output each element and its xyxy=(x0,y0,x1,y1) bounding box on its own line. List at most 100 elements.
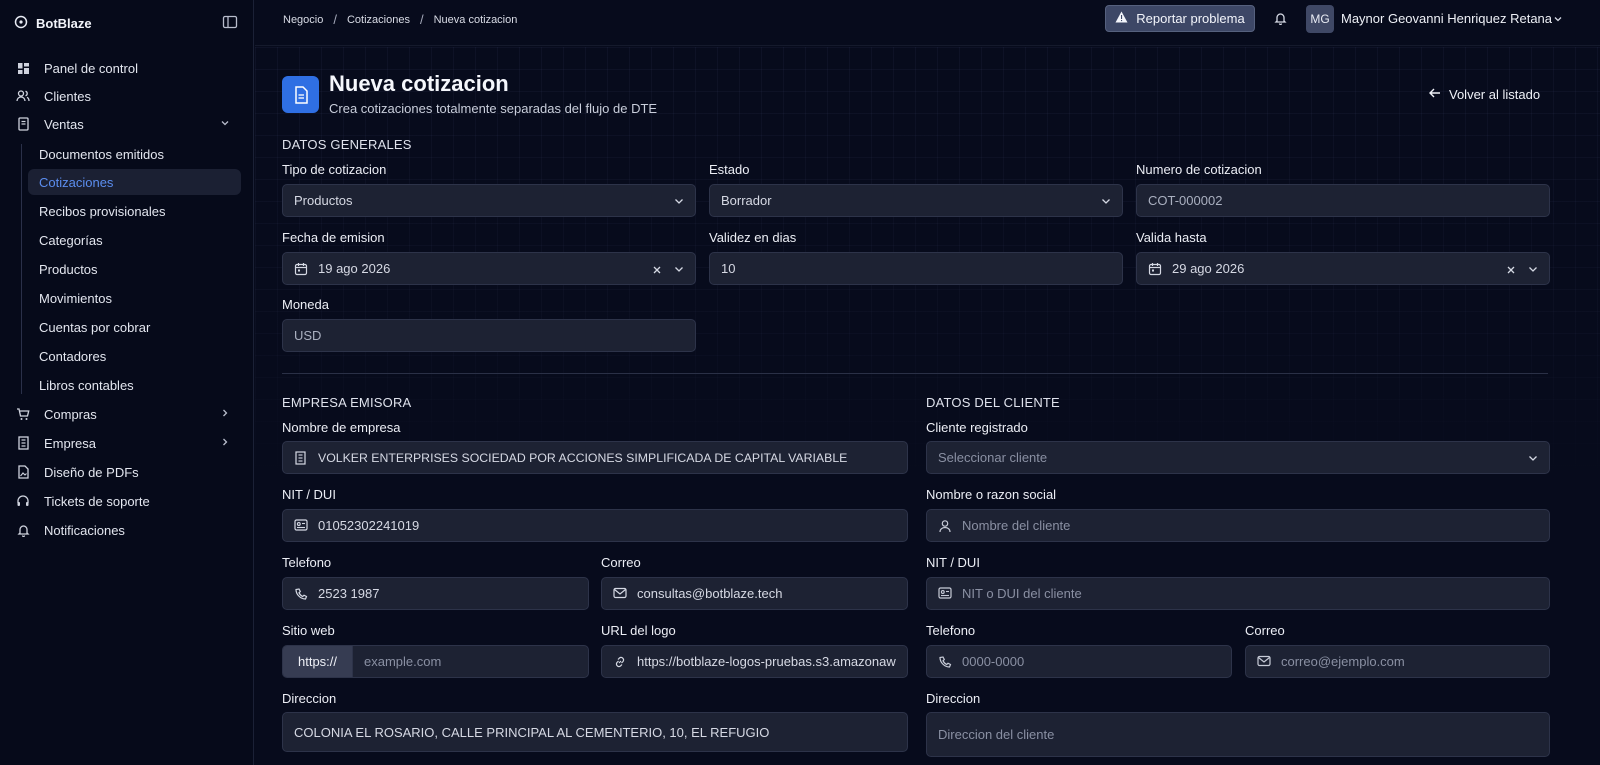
empresa-logo-value: https://botblaze-logos-pruebas.s3.amazon… xyxy=(637,654,896,669)
form: Nueva cotizacion Crea cotizaciones total… xyxy=(255,47,1600,765)
valida-label: Valida hasta xyxy=(1136,230,1207,245)
chevron-down-icon xyxy=(1527,452,1539,464)
sidebar-item-cotizaciones[interactable]: Cotizaciones xyxy=(28,169,241,195)
empresa-nombre-value: VOLKER ENTERPRISES SOCIEDAD POR ACCIONES… xyxy=(318,450,848,465)
sidebar-item-movimientos[interactable]: Movimientos xyxy=(28,285,241,311)
cliente-telefono-placeholder: 0000-0000 xyxy=(962,654,1025,669)
sidebar-item-notificaciones[interactable]: Notificaciones xyxy=(14,517,241,543)
user-name[interactable]: Maynor Geovanni Henriquez Retana xyxy=(1341,11,1552,26)
report-problem-button[interactable]: Reportar problema xyxy=(1105,5,1255,32)
sidebar-item-panel[interactable]: Panel de control xyxy=(14,55,241,81)
valida-date-picker[interactable]: 29 ago 2026 xyxy=(1136,252,1550,285)
sidebar-item-tickets[interactable]: Tickets de soporte xyxy=(14,488,241,514)
page-title: Nueva cotizacion xyxy=(329,71,509,96)
sidebar-toggle-icon[interactable] xyxy=(222,14,238,30)
moneda-value: USD xyxy=(294,328,322,343)
sidebar-item-cuentas[interactable]: Cuentas por cobrar xyxy=(28,314,241,340)
cliente-direccion-placeholder: Direccion del cliente xyxy=(938,727,1055,742)
brand-name: BotBlaze xyxy=(36,15,92,31)
breadcrumb-negocio[interactable]: Negocio xyxy=(283,14,323,26)
mail-icon xyxy=(1257,655,1271,669)
cliente-registrado-label: Cliente registrado xyxy=(926,420,1028,435)
empresa-telefono-value: 2523 1987 xyxy=(318,586,380,601)
validez-label: Validez en dias xyxy=(709,230,797,245)
sidebar-item-productos[interactable]: Productos xyxy=(28,256,241,282)
breadcrumb-cotizaciones[interactable]: Cotizaciones xyxy=(347,14,410,26)
tipo-select[interactable]: Productos xyxy=(282,184,696,217)
sidebar-item-diseno[interactable]: Diseño de PDFs xyxy=(14,459,241,485)
building-icon xyxy=(294,450,308,465)
warning-icon xyxy=(1115,11,1128,26)
id-card-icon xyxy=(294,518,308,533)
empresa-web-label: Sitio web xyxy=(282,623,335,638)
empresa-nit-value: 01052302241019 xyxy=(318,518,420,533)
empresa-nit-input[interactable]: 01052302241019 xyxy=(282,509,908,542)
sidebar-item-categorias[interactable]: Categorías xyxy=(28,227,241,253)
fecha-date-picker[interactable]: 19 ago 2026 xyxy=(282,252,696,285)
avatar[interactable]: MG xyxy=(1306,5,1334,33)
web-placeholder: example.com xyxy=(364,654,442,669)
empresa-nit-label: NIT / DUI xyxy=(282,487,336,502)
empresa-direccion-textarea[interactable]: COLONIA EL ROSARIO, CALLE PRINCIPAL AL C… xyxy=(282,712,908,752)
sidebar-item-empresa[interactable]: Empresa xyxy=(14,430,241,456)
breadcrumb: Negocio / Cotizaciones / Nueva cotizacio… xyxy=(283,12,517,27)
cliente-registrado-select[interactable]: Seleccionar cliente xyxy=(926,441,1550,474)
sidebar: BotBlaze Panel de control Clientes Venta… xyxy=(0,0,254,765)
calendar-icon xyxy=(294,262,308,276)
cliente-direccion-textarea[interactable]: Direccion del cliente xyxy=(926,712,1550,757)
cliente-correo-label: Correo xyxy=(1245,623,1285,638)
section-datos-generales: DATOS GENERALES xyxy=(282,137,412,152)
users-icon xyxy=(14,87,32,105)
link-icon xyxy=(613,655,627,669)
main-content: Nueva cotizacion Crea cotizaciones total… xyxy=(255,47,1600,765)
cliente-nombre-input[interactable]: Nombre del cliente xyxy=(926,509,1550,542)
sidebar-item-compras[interactable]: Compras xyxy=(14,401,241,427)
empresa-nombre-label: Nombre de empresa xyxy=(282,420,401,435)
fecha-value: 19 ago 2026 xyxy=(318,261,391,276)
sidebar-item-recibos[interactable]: Recibos provisionales xyxy=(28,198,241,224)
empresa-nombre-input[interactable]: VOLKER ENTERPRISES SOCIEDAD POR ACCIONES… xyxy=(282,441,908,474)
breadcrumb-separator: / xyxy=(419,12,424,27)
cliente-correo-input[interactable]: correo@ejemplo.com xyxy=(1245,645,1550,678)
cliente-telefono-input[interactable]: 0000-0000 xyxy=(926,645,1232,678)
chevron-right-icon xyxy=(219,436,231,448)
validez-input[interactable]: 10 xyxy=(709,252,1123,285)
sidebar-item-clientes[interactable]: Clientes xyxy=(14,83,241,109)
chevron-down-icon[interactable] xyxy=(1552,13,1564,25)
fecha-label: Fecha de emision xyxy=(282,230,385,245)
back-to-list-link[interactable]: Volver al listado xyxy=(1428,87,1540,102)
empresa-correo-input[interactable]: consultas@botblaze.tech xyxy=(601,577,908,610)
user-icon xyxy=(938,519,952,533)
empresa-telefono-input[interactable]: 2523 1987 xyxy=(282,577,589,610)
sidebar-item-ventas[interactable]: Ventas xyxy=(14,111,241,137)
document-icon xyxy=(282,76,319,113)
chevron-down-icon xyxy=(1100,195,1112,207)
empresa-web-input[interactable]: https:// example.com xyxy=(282,645,589,678)
sidebar-item-documentos[interactable]: Documentos emitidos xyxy=(28,141,241,167)
tipo-value: Productos xyxy=(294,193,353,208)
cart-icon xyxy=(14,405,32,423)
brand[interactable]: BotBlaze xyxy=(14,12,92,34)
sidebar-item-libros[interactable]: Libros contables xyxy=(28,372,241,398)
notifications-bell-icon[interactable] xyxy=(1274,11,1288,26)
estado-value: Borrador xyxy=(721,193,772,208)
section-divider xyxy=(282,373,1548,374)
empresa-direccion-label: Direccion xyxy=(282,691,337,706)
clear-icon[interactable] xyxy=(1506,263,1516,274)
numero-value: COT-000002 xyxy=(1148,193,1223,208)
empresa-logo-label: URL del logo xyxy=(601,623,676,638)
estado-select[interactable]: Borrador xyxy=(709,184,1123,217)
building-icon xyxy=(14,434,32,452)
chevron-down-icon xyxy=(673,195,685,207)
id-card-icon xyxy=(938,586,952,601)
clear-icon[interactable] xyxy=(652,263,662,274)
url-prefix: https:// xyxy=(283,646,353,677)
section-datos-cliente: DATOS DEL CLIENTE xyxy=(926,395,1060,410)
moneda-field: USD xyxy=(282,319,696,352)
breadcrumb-current: Nueva cotizacion xyxy=(433,13,518,26)
cliente-nit-input[interactable]: NIT o DUI del cliente xyxy=(926,577,1550,610)
breadcrumb-separator: / xyxy=(333,12,337,27)
empresa-logo-input[interactable]: https://botblaze-logos-pruebas.s3.amazon… xyxy=(601,645,908,678)
empresa-correo-label: Correo xyxy=(601,555,641,570)
sidebar-item-contadores[interactable]: Contadores xyxy=(28,343,241,369)
